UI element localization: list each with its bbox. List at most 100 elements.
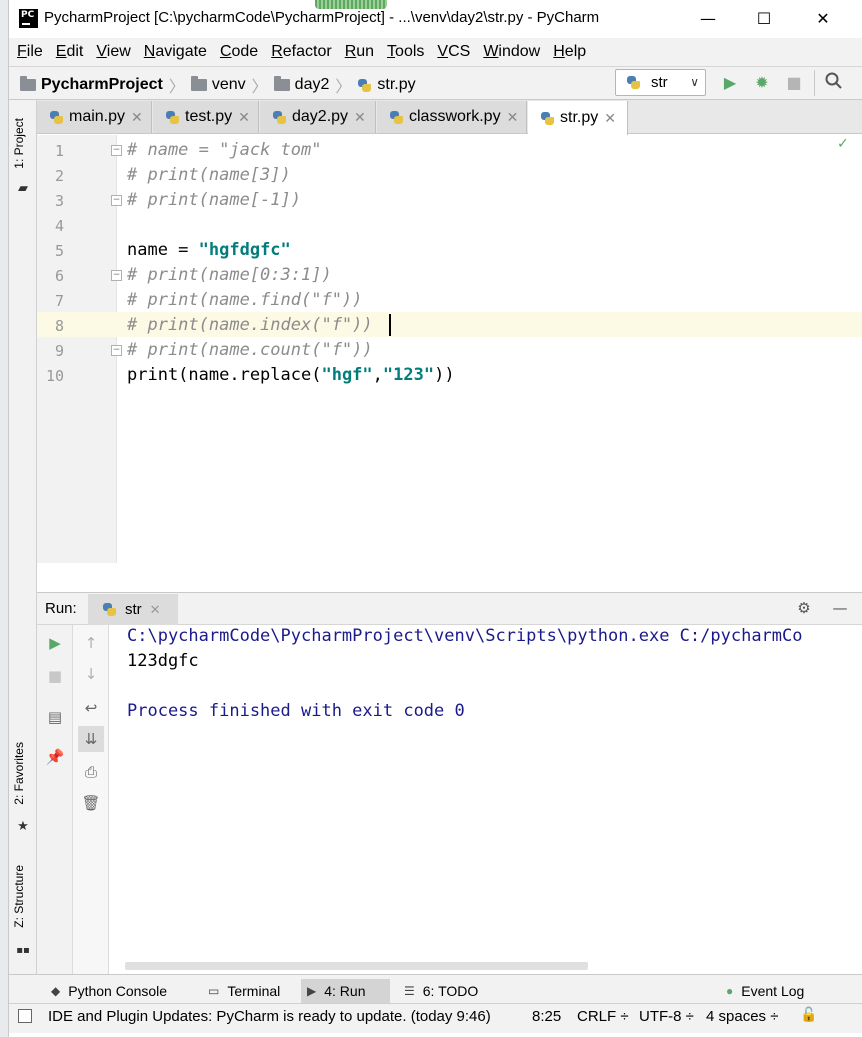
file-encoding[interactable]: UTF-8 ÷ xyxy=(639,1008,694,1025)
stop-icon[interactable]: ■ xyxy=(44,665,66,687)
fold-marker-icon[interactable]: − xyxy=(111,345,122,356)
gear-icon[interactable]: ⚙ xyxy=(793,597,815,619)
cursor-position[interactable]: 8:25 xyxy=(532,1008,561,1025)
python-file-icon xyxy=(540,111,555,126)
run-button[interactable]: ▶ xyxy=(719,72,741,94)
console-output-line: 123dgfc xyxy=(127,651,199,671)
tool-tab-python-console[interactable]: ◆ Python Console xyxy=(45,979,173,1003)
menu-tools[interactable]: Tools xyxy=(387,43,424,61)
minimize-panel-icon[interactable]: — xyxy=(829,597,851,619)
menu-refactor[interactable]: Refactor xyxy=(271,43,331,61)
tool-tab-terminal[interactable]: ▭ Terminal xyxy=(202,979,286,1003)
arrow-up-icon[interactable]: ↑ xyxy=(80,632,102,654)
close-icon[interactable]: ✕ xyxy=(507,109,519,126)
menu-vcs[interactable]: VCS xyxy=(437,43,470,61)
tab-label: str.py xyxy=(560,109,599,126)
fold-marker-icon[interactable]: − xyxy=(111,145,122,156)
close-icon[interactable]: ✕ xyxy=(354,109,366,126)
structure-icon: ▪▪ xyxy=(16,945,30,956)
console-command-line: C:\pycharmCode\PycharmProject\venv\Scrip… xyxy=(127,626,803,646)
editor-tab-main[interactable]: main.py ✕ xyxy=(37,101,152,133)
close-icon[interactable]: ✕ xyxy=(131,109,143,126)
menu-window[interactable]: Window xyxy=(483,43,540,61)
tab-label: Python Console xyxy=(68,983,168,999)
status-toggle-icon[interactable] xyxy=(18,1009,32,1023)
breadcrumb-venv[interactable]: venv xyxy=(212,76,246,94)
layout-icon[interactable]: ▤ xyxy=(44,706,66,728)
event-log-icon: ● xyxy=(726,984,734,998)
status-message[interactable]: IDE and Plugin Updates: PyCharm is ready… xyxy=(48,1008,491,1025)
debug-bug-icon[interactable]: ✹ xyxy=(751,72,773,94)
breadcrumb-day2[interactable]: day2 xyxy=(295,76,330,94)
editor-tab-str[interactable]: str.py ✕ xyxy=(528,101,628,135)
editor-tab-classwork[interactable]: classwork.py ✕ xyxy=(377,101,527,133)
line-number: 10 xyxy=(45,367,64,385)
lock-icon[interactable]: 🔓 xyxy=(800,1007,817,1023)
search-icon[interactable] xyxy=(823,72,845,94)
print-icon[interactable]: ⎙ xyxy=(80,761,102,783)
breadcrumb-file[interactable]: str.py xyxy=(377,76,415,94)
close-button[interactable]: ✕ xyxy=(808,6,838,32)
stop-button[interactable]: ■ xyxy=(783,72,805,94)
run-config-select[interactable]: str ∨ xyxy=(615,69,706,96)
python-icon: ◆ xyxy=(51,984,61,998)
minimize-button[interactable]: — xyxy=(693,6,723,32)
menu-code[interactable]: Code xyxy=(220,43,258,61)
tool-tab-structure[interactable]: Z: Structure xyxy=(12,865,26,928)
chevron-right-icon: 〉 xyxy=(251,79,268,96)
python-file-icon xyxy=(389,110,404,125)
rerun-icon[interactable]: ▶ xyxy=(44,632,66,654)
editor-bottom xyxy=(37,563,862,593)
fold-marker-icon[interactable]: − xyxy=(111,270,122,281)
menu-view[interactable]: View xyxy=(96,43,130,61)
code-text: name = xyxy=(127,240,199,260)
left-tool-strip xyxy=(9,100,37,974)
scroll-to-end-icon[interactable]: ⇊ xyxy=(78,726,104,752)
folder-icon xyxy=(190,76,207,91)
indent-setting[interactable]: 4 spaces ÷ xyxy=(706,1008,778,1025)
line-number: 3 xyxy=(54,192,64,210)
list-icon: ☰ xyxy=(404,984,415,998)
code-line-10: print(name.replace("hgf","123")) xyxy=(127,365,455,385)
menu-file[interactable]: File xyxy=(17,43,43,61)
chevron-down-icon: ∨ xyxy=(690,75,699,89)
drag-handle[interactable] xyxy=(315,0,387,9)
chevron-right-icon: 〉 xyxy=(335,79,352,96)
line-separator[interactable]: CRLF ÷ xyxy=(577,1008,629,1025)
breadcrumb-project[interactable]: PycharmProject xyxy=(41,76,163,94)
editor-tab-day2[interactable]: day2.py ✕ xyxy=(260,101,376,133)
code-text: print(name.replace( xyxy=(127,365,322,385)
pycharm-logo-icon: PC xyxy=(19,9,38,28)
arrow-down-icon[interactable]: ↓ xyxy=(80,663,102,685)
tool-tab-todo[interactable]: ☰ 6: TODO xyxy=(398,979,484,1003)
terminal-icon: ▭ xyxy=(208,984,220,998)
python-file-icon xyxy=(272,110,287,125)
menu-help[interactable]: Help xyxy=(553,43,586,61)
tool-tab-run[interactable]: ▶ 4: Run xyxy=(301,979,390,1003)
menu-run[interactable]: Run xyxy=(345,43,374,61)
console-scrollbar[interactable] xyxy=(125,962,588,970)
python-icon xyxy=(102,602,117,617)
close-icon[interactable]: ✕ xyxy=(238,109,250,126)
tab-label: Terminal xyxy=(227,983,281,999)
python-icon xyxy=(626,75,641,90)
editor-tab-test[interactable]: test.py ✕ xyxy=(153,101,259,133)
menu-edit[interactable]: Edit xyxy=(56,43,84,61)
soft-wrap-icon[interactable]: ↩ xyxy=(80,697,102,719)
pin-icon[interactable]: 📌 xyxy=(44,746,66,768)
tool-tab-event-log[interactable]: ● Event Log xyxy=(720,979,810,1003)
chevron-right-icon: 〉 xyxy=(168,79,185,96)
tool-tab-favorites[interactable]: 2: Favorites xyxy=(12,742,26,805)
run-tab-str[interactable]: str ✕ xyxy=(88,594,178,625)
close-icon[interactable]: ✕ xyxy=(150,602,161,618)
tool-tab-project[interactable]: 1: Project xyxy=(12,118,26,169)
maximize-button[interactable]: ☐ xyxy=(749,6,779,32)
console-exit-line: Process finished with exit code 0 xyxy=(127,701,465,721)
fold-marker-icon[interactable]: − xyxy=(111,195,122,206)
menu-navigate[interactable]: Navigate xyxy=(144,43,207,61)
trash-icon[interactable]: 🗑 xyxy=(80,792,102,814)
logo-text: PC xyxy=(21,10,35,20)
line-number: 4 xyxy=(54,217,64,235)
close-icon[interactable]: ✕ xyxy=(604,110,616,127)
run-tab-label: str xyxy=(125,601,142,618)
